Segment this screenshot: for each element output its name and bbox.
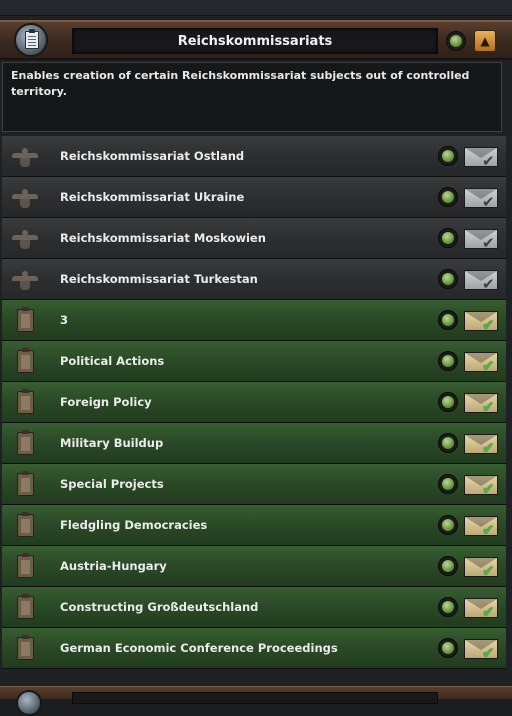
checkmark-icon: ✔ [482,316,495,334]
checkmark-icon: ✔ [482,193,495,211]
checkmark-icon: ✔ [482,644,495,662]
clipboard-icon [10,307,42,334]
top-window-strip [0,0,512,16]
next-panel-header [0,686,512,716]
status-dot-icon[interactable] [438,392,458,412]
status-dot-icon[interactable] [438,556,458,576]
status-dot-icon[interactable] [446,31,466,51]
status-dot-icon[interactable] [438,515,458,535]
page-title: Reichskommissariats [177,34,333,49]
rules-panel: Reichskommissariats ▲ Enables creation o… [0,16,512,686]
list-item[interactable]: Reichskommissariat Ukraine ✔ [2,177,506,218]
status-dot-icon[interactable] [438,269,458,289]
list-item-label: Military Buildup [60,436,164,450]
eagle-icon [10,226,42,252]
status-dot-icon[interactable] [438,351,458,371]
status-dot-icon[interactable] [438,146,458,166]
list-item[interactable]: Reichskommissariat Turkestan ✔ [2,259,506,300]
list-item[interactable]: Special Projects ✔ [2,464,506,505]
checkmark-icon: ✔ [482,357,495,375]
description-box: Enables creation of certain Reichskommis… [2,62,502,132]
list-item[interactable]: Foreign Policy ✔ [2,382,506,423]
status-dot-icon[interactable] [438,310,458,330]
checkmark-icon: ✔ [482,398,495,416]
clipboard-icon [10,512,42,539]
list-item-label: Constructing Großdeutschland [60,600,259,614]
clipboard-icon [10,594,42,621]
collapse-button[interactable]: ▲ [474,30,496,52]
description-text: Enables creation of certain Reichskommis… [11,69,470,98]
checkmark-icon: ✔ [482,439,495,457]
list-item[interactable]: Fledgling Democracies ✔ [2,505,506,546]
eagle-icon [10,185,42,211]
clipboard-icon [10,430,42,457]
clipboard-icon [10,635,42,662]
list-item-label: Special Projects [60,477,164,491]
clipboard-icon [14,23,48,57]
chevron-up-icon: ▲ [480,34,490,48]
checkmark-icon: ✔ [482,152,495,170]
clipboard-icon [10,553,42,580]
clipboard-icon [10,471,42,498]
list-item[interactable]: Reichskommissariat Ostland ✔ [2,136,506,177]
list-item-label: Austria-Hungary [60,559,167,573]
list-item-label: Political Actions [60,354,165,368]
list-item-label: Reichskommissariat Ostland [60,149,245,163]
checkmark-icon: ✔ [482,480,495,498]
list-item[interactable]: Austria-Hungary ✔ [2,546,506,587]
status-dot-icon[interactable] [438,187,458,207]
list-item-label: Fledgling Democracies [60,518,208,532]
list-item-label: 3 [60,313,69,327]
list-item-label: Reichskommissariat Moskowien [60,231,266,245]
status-dot-icon[interactable] [438,228,458,248]
checkmark-icon: ✔ [482,521,495,539]
next-title-box [72,692,438,704]
rule-list: Reichskommissariat Ostland ✔ Reichskommiss… [2,136,506,669]
clipboard-icon [10,348,42,375]
clipboard-icon [10,389,42,416]
eagle-icon [10,267,42,293]
status-dot-icon[interactable] [438,474,458,494]
title-box: Reichskommissariats [72,28,438,54]
list-item-label: Reichskommissariat Ukraine [60,190,245,204]
list-item[interactable]: Reichskommissariat Moskowien ✔ [2,218,506,259]
list-item-label: German Economic Conference Proceedings [60,641,338,655]
status-dot-icon[interactable] [438,597,458,617]
list-item[interactable]: Constructing Großdeutschland ✔ [2,587,506,628]
eagle-icon [10,144,42,170]
panel-header: Reichskommissariats ▲ [0,20,512,60]
list-item[interactable]: Political Actions ✔ [2,341,506,382]
list-item[interactable]: 3 ✔ [2,300,506,341]
list-item-label: Reichskommissariat Turkestan [60,272,258,286]
checkmark-icon: ✔ [482,275,495,293]
list-item-label: Foreign Policy [60,395,152,409]
clipboard-icon [16,690,42,716]
list-item[interactable]: Military Buildup ✔ [2,423,506,464]
checkmark-icon: ✔ [482,234,495,252]
status-dot-icon[interactable] [438,638,458,658]
list-item[interactable]: German Economic Conference Proceedings ✔ [2,628,506,669]
checkmark-icon: ✔ [482,562,495,580]
status-dot-icon[interactable] [438,433,458,453]
checkmark-icon: ✔ [482,603,495,621]
